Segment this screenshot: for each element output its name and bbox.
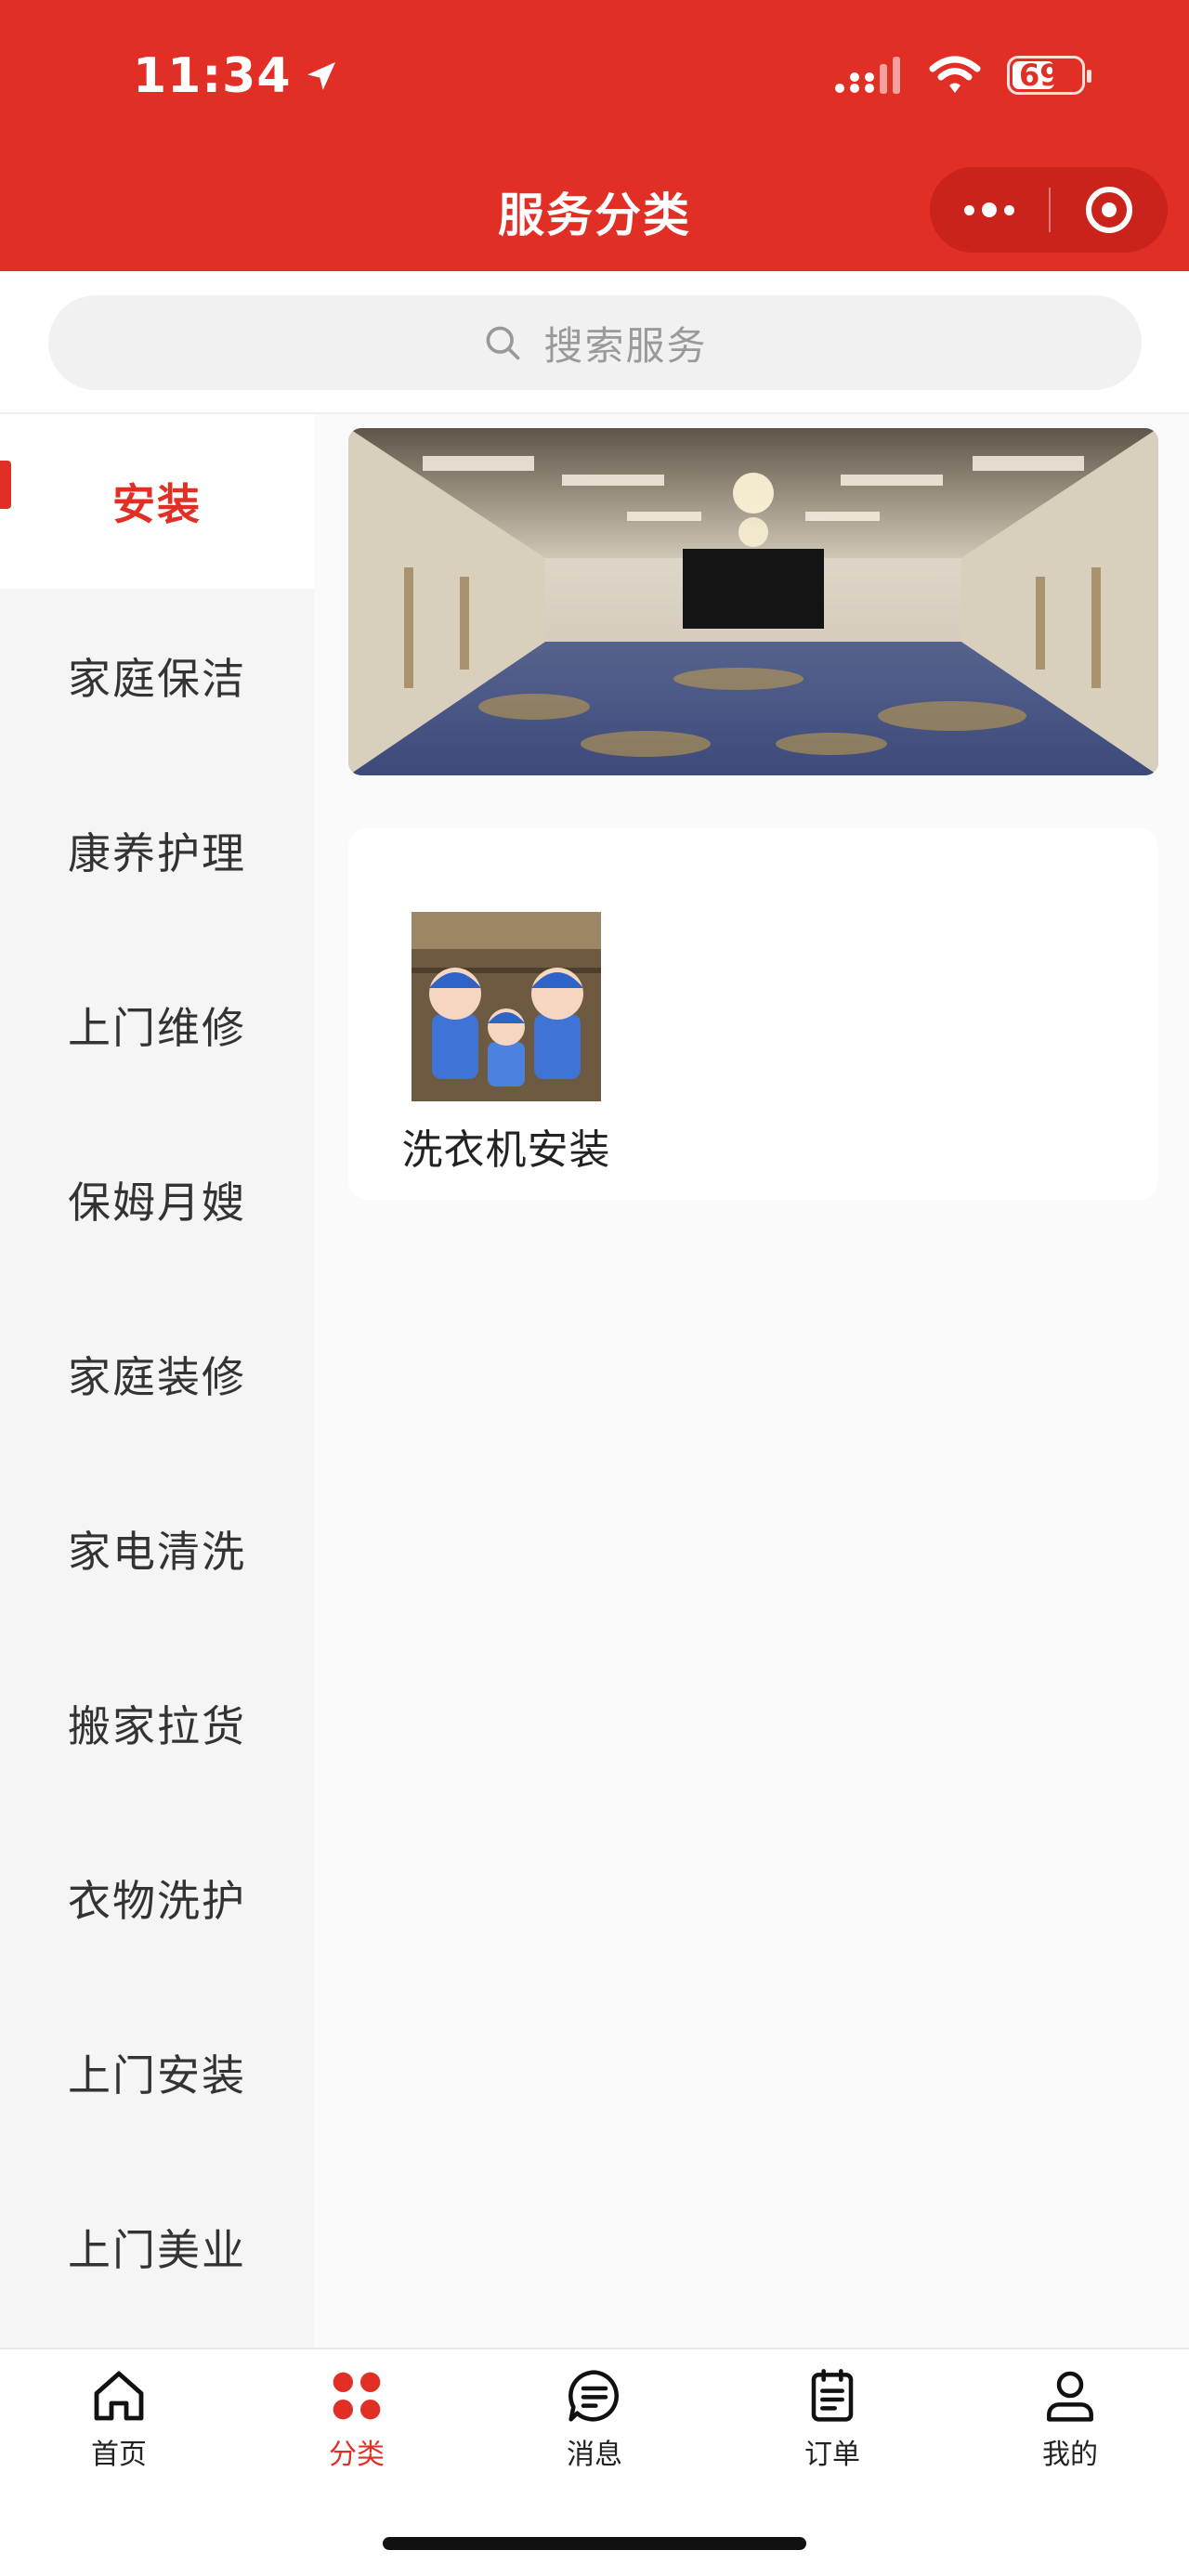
category-item-onsite-install[interactable]: 上门安装 — [0, 1985, 314, 2160]
status-time: 11:34 — [133, 48, 340, 104]
category-item-appliance-cleaning[interactable]: 家电清洗 — [0, 1462, 314, 1636]
tab-category[interactable]: 分类 — [238, 2366, 476, 2472]
cellular-signal-icon — [834, 57, 903, 94]
status-indicators: 69 — [834, 56, 1091, 95]
tab-home[interactable]: 首页 — [0, 2366, 238, 2472]
search-bar: 搜索服务 — [0, 271, 1189, 414]
location-arrow-icon — [307, 62, 335, 90]
close-miniprogram-button[interactable] — [1051, 167, 1168, 253]
status-time-text: 11:34 — [133, 48, 292, 104]
tab-profile[interactable]: 我的 — [951, 2366, 1189, 2472]
battery-icon: 69 — [1007, 56, 1091, 95]
search-icon — [487, 326, 520, 360]
category-label: 安装 — [112, 479, 202, 529]
category-sidebar: 安装 家庭保洁 康养护理 上门维修 保姆月嫂 家庭装修 家电清洗 搬家拉货 衣物… — [0, 414, 314, 2348]
category-item-beauty[interactable]: 上门美业 — [0, 2160, 314, 2335]
home-indicator[interactable] — [383, 2537, 806, 2550]
category-content: 洗衣机安装 — [314, 414, 1189, 2348]
tab-label: 消息 — [567, 2439, 622, 2471]
category-item-renovation[interactable]: 家庭装修 — [0, 1287, 314, 1462]
category-icon — [333, 2372, 381, 2420]
tab-label: 分类 — [329, 2439, 385, 2471]
category-item-home-cleaning[interactable]: 家庭保洁 — [0, 589, 314, 763]
category-item-laundry[interactable]: 衣物洗护 — [0, 1811, 314, 1985]
service-item[interactable]: 洗衣机安装 — [385, 912, 627, 1176]
category-label: 上门安装 — [68, 2050, 246, 2101]
wifi-icon — [929, 56, 981, 93]
tab-label: 订单 — [804, 2439, 860, 2471]
category-item-home-repair[interactable]: 上门维修 — [0, 938, 314, 1112]
miniprogram-capsule — [930, 167, 1168, 253]
banner-image[interactable] — [348, 428, 1158, 775]
message-icon — [568, 2370, 619, 2422]
battery-level: 69 — [1019, 58, 1061, 93]
target-icon — [1086, 187, 1132, 233]
category-label: 家庭装修 — [68, 1352, 246, 1402]
tab-orders[interactable]: 订单 — [713, 2366, 951, 2472]
user-icon — [1047, 2371, 1093, 2422]
tab-label: 首页 — [91, 2439, 147, 2471]
tab-messages[interactable]: 消息 — [476, 2366, 713, 2472]
category-item-moving[interactable]: 搬家拉货 — [0, 1636, 314, 1811]
category-item-elderly-care[interactable]: 康养护理 — [0, 763, 314, 938]
category-label: 上门美业 — [68, 2225, 246, 2275]
category-label: 搬家拉货 — [68, 1701, 246, 1751]
tab-label: 我的 — [1042, 2439, 1098, 2471]
category-label: 衣物洗护 — [68, 1876, 246, 1926]
search-input[interactable]: 搜索服务 — [48, 295, 1142, 390]
category-label: 康养护理 — [68, 828, 246, 878]
category-label: 上门维修 — [68, 1003, 246, 1053]
service-card: 洗衣机安装 — [348, 828, 1158, 1200]
category-label: 家电清洗 — [68, 1527, 246, 1577]
category-label: 家庭保洁 — [68, 654, 246, 704]
app-header: 11:34 69 服务分类 — [0, 0, 1189, 271]
category-item-nanny[interactable]: 保姆月嫂 — [0, 1112, 314, 1287]
service-name: 洗衣机安装 — [401, 1126, 611, 1174]
order-icon — [811, 2369, 854, 2422]
service-thumbnail — [412, 912, 601, 1101]
home-icon — [94, 2371, 144, 2421]
category-label: 保姆月嫂 — [68, 1177, 246, 1228]
more-options-button[interactable] — [930, 167, 1049, 253]
search-placeholder: 搜索服务 — [543, 322, 708, 369]
category-item-install[interactable]: 安装 — [0, 414, 314, 589]
